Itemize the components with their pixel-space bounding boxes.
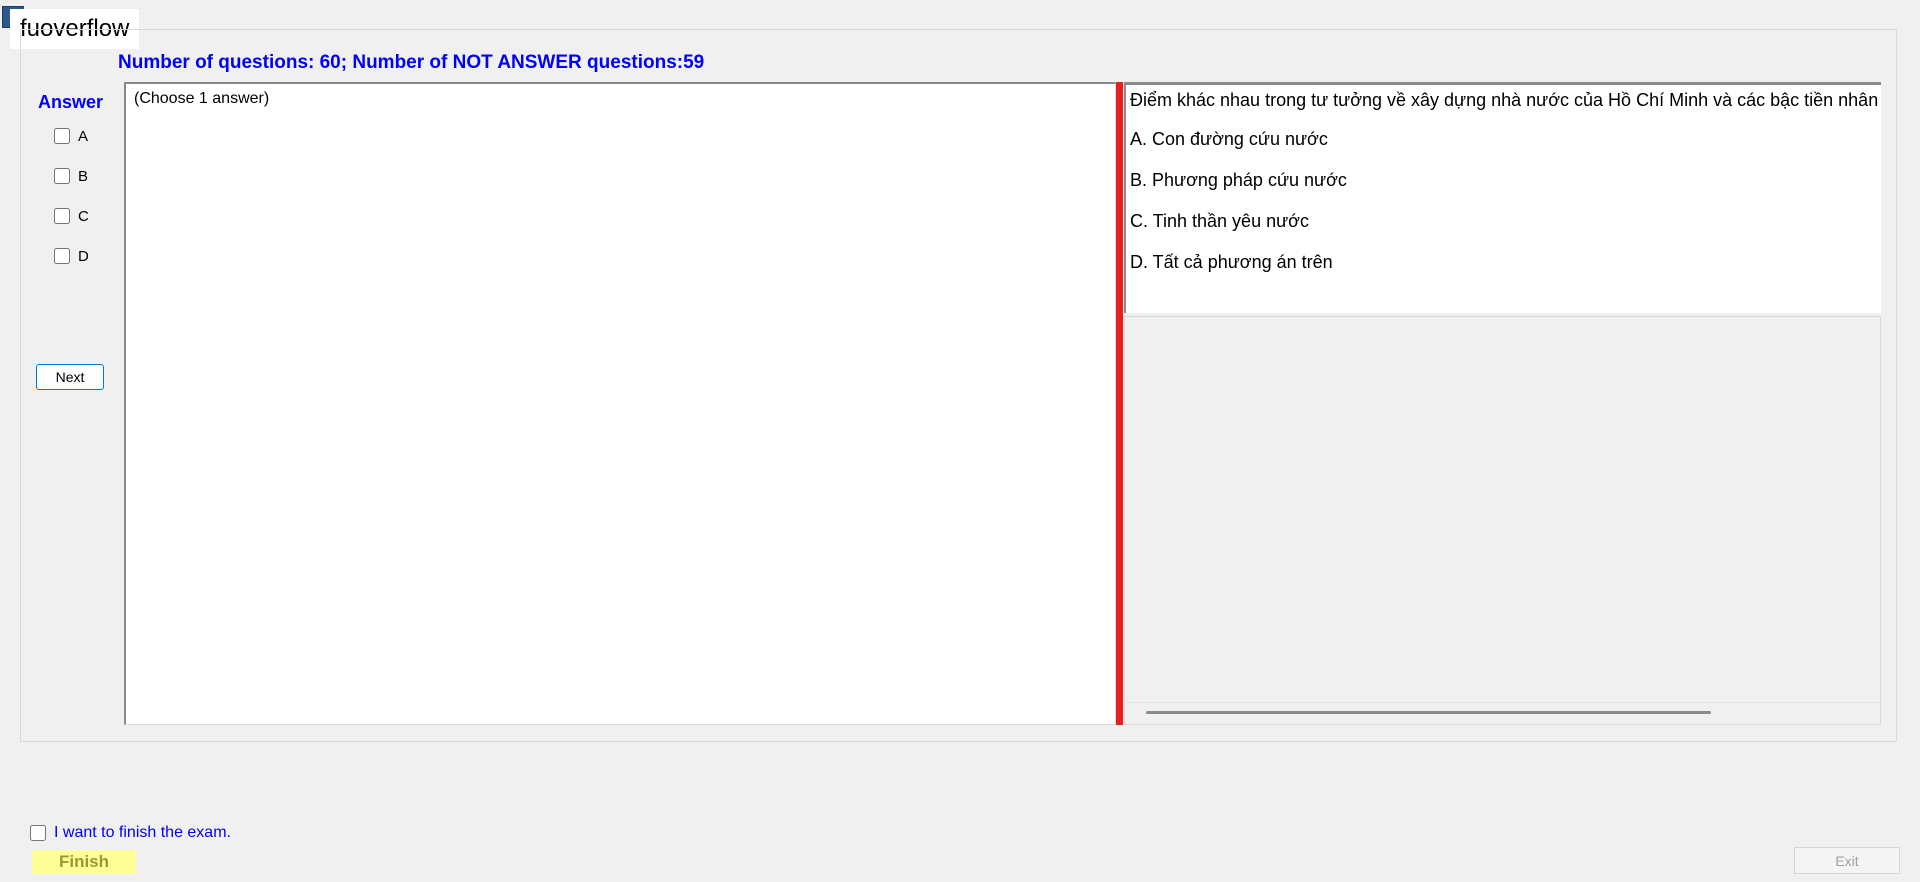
- answer-hint: (Choose 1 answer): [134, 90, 270, 107]
- question-option-b: B. Phương pháp cứu nước: [1130, 170, 1347, 190]
- exit-button[interactable]: Exit: [1794, 847, 1900, 874]
- finish-confirm-checkbox[interactable]: [30, 825, 46, 841]
- question-image-panel: [1124, 316, 1881, 725]
- answer-option-label: A: [78, 127, 89, 145]
- answer-option-b[interactable]: B: [54, 166, 88, 186]
- answer-option-c[interactable]: C: [54, 206, 89, 226]
- answer-option-label: D: [78, 247, 89, 265]
- finish-confirm-label: I want to finish the exam.: [54, 824, 231, 841]
- answer-checkbox-c[interactable]: [54, 208, 70, 224]
- finish-confirm[interactable]: I want to finish the exam.: [30, 823, 231, 843]
- answer-option-a[interactable]: A: [54, 126, 88, 146]
- panel-splitter[interactable]: [1116, 82, 1123, 725]
- question-option-a: A. Con đường cứu nước: [1130, 129, 1328, 149]
- answer-option-label: B: [78, 167, 89, 185]
- question-panel[interactable]: Điểm khác nhau trong tư tưởng về xây dựn…: [1124, 82, 1881, 313]
- next-button[interactable]: Next: [36, 364, 104, 390]
- question-option-c: C. Tinh thần yêu nước: [1130, 211, 1309, 231]
- answer-panel[interactable]: [124, 82, 1116, 725]
- answer-checkbox-b[interactable]: [54, 168, 70, 184]
- question-option-d: D. Tất cả phương án trên: [1130, 252, 1333, 272]
- finish-button[interactable]: Finish: [32, 850, 136, 874]
- question-count-status: Number of questions: 60; Number of NOT A…: [118, 52, 705, 73]
- question-text: Điểm khác nhau trong tư tưởng về xây dựn…: [1130, 90, 1879, 110]
- answer-checkbox-d[interactable]: [54, 248, 70, 264]
- answer-heading: Answer: [38, 92, 104, 112]
- answer-checkbox-a[interactable]: [54, 128, 70, 144]
- horizontal-scrollbar-thumb[interactable]: [1146, 711, 1711, 714]
- answer-option-d[interactable]: D: [54, 246, 89, 266]
- answer-option-label: C: [78, 207, 89, 225]
